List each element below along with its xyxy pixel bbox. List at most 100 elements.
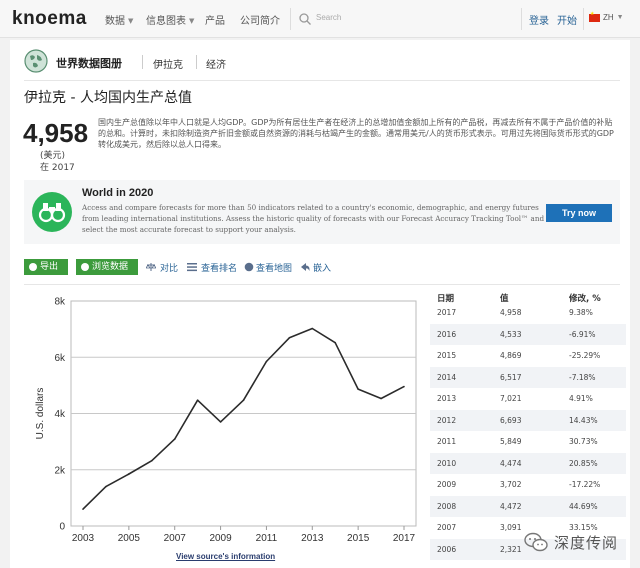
nav-info-charts-label: 信息图表 — [146, 16, 186, 27]
divider — [24, 284, 620, 285]
table-cell-date: 2010 — [437, 458, 457, 468]
export-button[interactable]: 导出 — [24, 259, 68, 275]
y-tick-label: 8k — [54, 297, 66, 308]
table-cell-change: 9.38% — [569, 308, 593, 317]
knoema-logo[interactable]: knoema — [12, 8, 87, 30]
x-tick-label: 2005 — [118, 533, 141, 544]
banner-title: World in 2020 — [82, 187, 154, 199]
data-point — [288, 336, 291, 339]
y-tick-label: 2k — [54, 465, 66, 476]
view-source-link[interactable]: View source's information — [176, 552, 275, 561]
eye-icon — [81, 263, 89, 271]
try-now-button[interactable]: Try now — [546, 204, 612, 222]
browse-data-label: 浏览数据 — [92, 262, 129, 272]
chevron-down-icon: ▼ — [616, 14, 624, 21]
table-cell-value: 2,321 — [500, 544, 522, 554]
china-flag-icon[interactable] — [589, 11, 600, 22]
table-cell-date: 2012 — [437, 415, 457, 425]
indicator-description: 国内生产总值除以年中人口就是人均GDP。GDP为所有居住生产者在经济上的总增加值… — [98, 118, 614, 149]
data-point — [196, 399, 199, 402]
chevron-down-icon: ▼ — [189, 17, 195, 25]
table-cell-change: -17.22% — [569, 480, 601, 489]
nav-data[interactable]: 数据 ▼ — [105, 12, 133, 27]
table-cell-value: 4,958 — [500, 308, 522, 317]
table-cell-change: 20.85% — [569, 458, 598, 468]
table-cell-value: 6,693 — [500, 415, 522, 425]
search-input[interactable]: Search — [316, 13, 341, 22]
table-cell-date: 2016 — [437, 329, 457, 339]
data-point — [357, 388, 359, 390]
table-row: 2011 5,849 30.73% — [430, 431, 626, 453]
table-cell-change: 14.43% — [569, 415, 598, 425]
x-tick-label: 2015 — [347, 533, 370, 544]
breadcrumb-country[interactable]: 伊拉克 — [153, 56, 183, 71]
banner-text: Access and compare forecasts for more th… — [82, 203, 545, 234]
y-tick-label: 6k — [54, 353, 66, 364]
data-point — [403, 385, 405, 388]
search-icon[interactable] — [298, 12, 312, 26]
table-cell-date: 2017 — [437, 308, 457, 317]
atlas-title[interactable]: 世界数据图册 — [56, 55, 122, 71]
data-point — [82, 508, 84, 510]
table-cell-value: 3,091 — [500, 523, 522, 532]
table-row: 2010 4,474 20.85% — [430, 452, 626, 474]
table-cell-change: 30.73% — [569, 437, 598, 446]
language-selector[interactable]: ZH ▼ — [603, 13, 624, 22]
page-title: 伊拉克 - 人均国内生产总值 — [24, 90, 192, 106]
y-tick-label: 0 — [59, 522, 65, 533]
nav-info-charts[interactable]: 信息图表 ▼ — [146, 12, 194, 27]
content-card: 世界数据图册 伊拉克 经济 伊拉克 - 人均国内生产总值 4,958 (美元) … — [10, 40, 630, 568]
nav-products[interactable]: 产品 — [205, 12, 225, 27]
login-link[interactable]: 登录 — [529, 12, 549, 27]
breadcrumb-divider — [196, 55, 197, 69]
table-row: 2012 6,693 14.43% — [430, 409, 626, 431]
start-link[interactable]: 开始 — [557, 12, 577, 27]
browse-data-button[interactable]: 浏览数据 — [76, 259, 138, 275]
table-cell-value: 6,517 — [500, 372, 522, 382]
table-cell-date: 2009 — [437, 480, 457, 489]
breadcrumb-topic[interactable]: 经济 — [206, 56, 226, 71]
chart-svg: 0 2k 4k 6k 8k 2003 2005 2007 2009 2011 2013 2015 201… — [35, 297, 417, 544]
embed-link[interactable]: 嵌入 — [313, 261, 331, 274]
table-cell-date: 2015 — [437, 351, 457, 360]
view-map-link[interactable]: 查看地图 — [256, 261, 292, 274]
x-tick-label: 2007 — [164, 533, 187, 544]
x-tick-label: 2009 — [209, 533, 232, 544]
compare-link[interactable]: 对比 — [160, 261, 178, 274]
table-cell-value: 4,474 — [500, 458, 522, 468]
export-label: 导出 — [40, 262, 59, 272]
table-cell-change: -7.18% — [569, 372, 596, 382]
table-row: 2008 4,472 44.69% — [430, 495, 626, 517]
y-axis-label: U.S. dollars — [35, 388, 46, 440]
top-nav: knoema 数据▼ 信息图表▼ 产品 公司简介 Search 登录 开始 ZH… — [0, 0, 640, 38]
nav-divider — [583, 8, 584, 30]
x-tick-label: 2011 — [256, 533, 278, 544]
table-cell-change: -6.91% — [569, 329, 596, 339]
wechat-icon — [524, 532, 548, 552]
table-cell-value: 5,849 — [500, 437, 522, 446]
table-row: 2015 4,869 -25.29% — [430, 345, 626, 367]
wechat-watermark: 深度传阅 — [524, 530, 634, 554]
gdp-line-chart: 0 2k 4k 6k 8k 2003 2005 2007 2009 2011 2013 2015 201… — [28, 294, 418, 552]
x-tick-label: 2003 — [72, 533, 95, 544]
export-icon — [29, 263, 37, 271]
data-point — [173, 438, 176, 440]
nav-divider — [521, 8, 522, 30]
nav-divider — [290, 8, 291, 30]
chevron-down-icon: ▼ — [128, 17, 134, 25]
divider — [24, 80, 620, 81]
data-point — [105, 485, 107, 488]
table-cell-change: 4.91% — [569, 394, 593, 403]
table-cell-change: 44.69% — [569, 501, 598, 511]
data-table: 2017 4,958 9.38% 2016 4,533 -6.91% 2015 4,869 -2… — [430, 302, 626, 560]
table-row: 2009 3,702 -17.22% — [430, 474, 626, 496]
nav-data-label: 数据 — [105, 16, 125, 27]
data-point — [150, 459, 153, 462]
share-icon — [301, 263, 310, 271]
table-row: 2017 4,958 9.38% — [430, 302, 626, 324]
table-cell-value: 3,702 — [500, 480, 522, 489]
globe-icon — [24, 49, 48, 73]
view-ranking-link[interactable]: 查看排名 — [201, 261, 237, 274]
x-tick-label: 2013 — [301, 533, 324, 544]
nav-company[interactable]: 公司简介 — [240, 12, 280, 27]
